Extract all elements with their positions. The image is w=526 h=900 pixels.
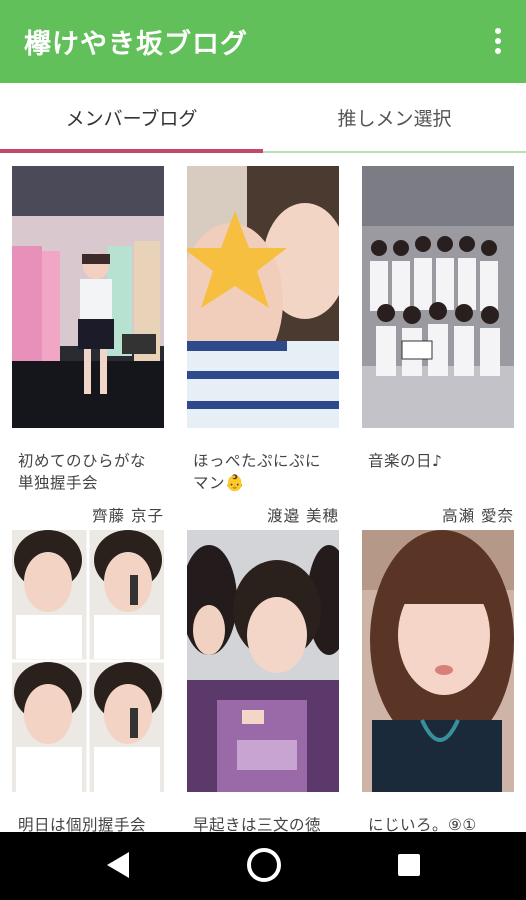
tab-bar: メンバーブログ 推しメン選択	[0, 83, 526, 153]
post-title: 早起きは三文の徳	[193, 816, 322, 832]
post-author: 高瀬 愛奈	[442, 507, 514, 525]
post-thumbnail[interactable]	[12, 166, 164, 428]
system-nav-bar	[0, 832, 526, 900]
post-thumbnail[interactable]	[187, 530, 339, 792]
post-author: 渡邉 美穂	[267, 507, 339, 525]
post-title: 明日は個別握手会	[18, 816, 147, 832]
post-thumbnail[interactable]	[187, 166, 339, 428]
post-author: 齊藤 京子	[92, 507, 164, 525]
post-title: 音楽の日♪	[368, 452, 443, 470]
back-icon[interactable]	[105, 850, 131, 880]
tab-member-blog[interactable]: メンバーブログ	[0, 83, 263, 151]
post-thumbnail[interactable]	[362, 166, 514, 428]
post-title: にじいろ。⑨①	[368, 816, 477, 832]
post-title: ほっぺたぷにぷに マン👶	[193, 452, 322, 492]
tab-indicator	[0, 149, 263, 153]
blog-grid: 初めてのひらがな 単独握手会 齊藤 京子 ほっぺたぷにぷに マン👶 渡邉 美穂	[0, 155, 526, 832]
more-vert-icon[interactable]	[492, 28, 504, 54]
tab-oshimen-select[interactable]: 推しメン選択	[263, 83, 526, 151]
post-title: 初めてのひらがな 単独握手会	[18, 452, 147, 492]
recents-icon[interactable]	[398, 854, 420, 876]
app-title: 欅けやき坂ブログ	[24, 29, 248, 60]
post-thumbnail[interactable]	[362, 530, 514, 792]
home-icon[interactable]	[247, 848, 281, 882]
app-bar: 欅けやき坂ブログ	[0, 0, 526, 83]
post-thumbnail[interactable]	[12, 530, 164, 792]
